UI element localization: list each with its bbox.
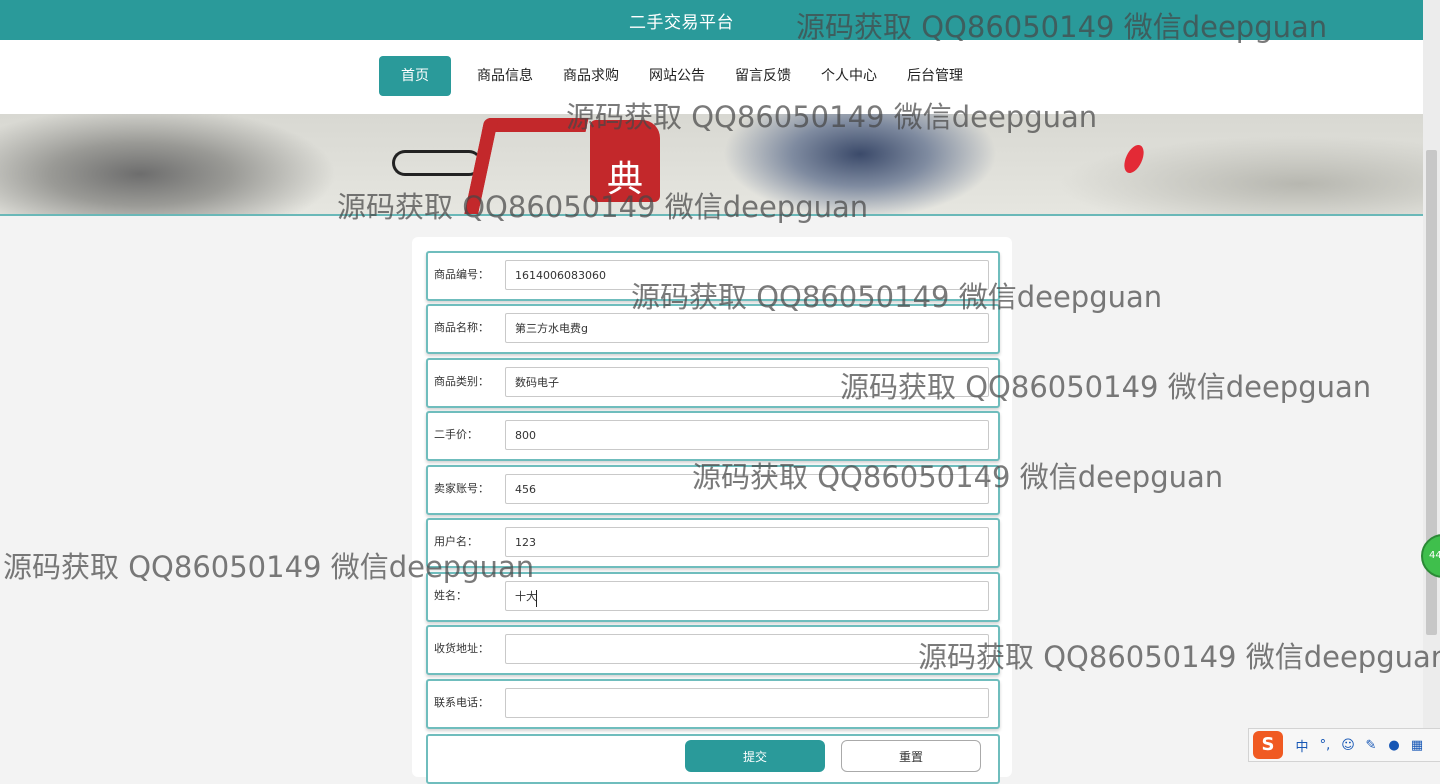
name-label: 姓名： bbox=[434, 589, 467, 602]
price-input[interactable] bbox=[505, 420, 989, 450]
emoji-icon[interactable]: ☺ bbox=[1339, 738, 1357, 753]
nav-feedback[interactable]: 留言反馈 bbox=[723, 56, 803, 96]
form-row-seller-account: 卖家账号： bbox=[426, 465, 1000, 515]
nav-products[interactable]: 商品信息 bbox=[465, 56, 545, 96]
product-id-label: 商品编号： bbox=[434, 268, 489, 281]
product-name-input[interactable] bbox=[505, 313, 989, 343]
phone-input[interactable] bbox=[505, 688, 989, 718]
username-input[interactable] bbox=[505, 527, 989, 557]
site-title: 二手交易平台 bbox=[629, 13, 734, 33]
ime-punctuation-toggle[interactable]: °, bbox=[1316, 738, 1334, 753]
top-header-bar: 二手交易平台 bbox=[0, 0, 1423, 40]
form-row-product-name: 商品名称： bbox=[426, 304, 1000, 354]
form-row-category: 商品类别： bbox=[426, 358, 1000, 408]
form-buttons-row: 提交 重置 bbox=[426, 734, 1000, 784]
seller-account-label: 卖家账号： bbox=[434, 482, 489, 495]
address-label: 收货地址： bbox=[434, 642, 489, 655]
grid-menu-icon[interactable]: ▦ bbox=[1408, 738, 1426, 753]
nav-admin[interactable]: 后台管理 bbox=[895, 56, 975, 96]
address-input[interactable] bbox=[505, 634, 989, 664]
main-nav: 首页 商品信息 商品求购 网站公告 留言反馈 个人中心 后台管理 bbox=[379, 56, 981, 96]
product-id-input[interactable] bbox=[505, 260, 989, 290]
product-name-label: 商品名称： bbox=[434, 321, 489, 334]
text-cursor bbox=[536, 590, 537, 607]
nav-announcements[interactable]: 网站公告 bbox=[637, 56, 717, 96]
microphone-icon[interactable]: ● bbox=[1385, 738, 1403, 753]
navigation-bar: 首页 商品信息 商品求购 网站公告 留言反馈 个人中心 后台管理 bbox=[0, 40, 1423, 114]
calligraphy-stroke-decoration bbox=[463, 118, 589, 214]
form-row-phone: 联系电话： bbox=[426, 679, 1000, 729]
red-seal-decoration: 典 bbox=[590, 120, 660, 202]
page-scrollbar[interactable] bbox=[1423, 0, 1440, 760]
ime-toolbar: S 中 °, ☺ ✎ ● ▦ bbox=[1248, 728, 1440, 762]
seller-account-input[interactable] bbox=[505, 474, 989, 504]
category-input[interactable] bbox=[505, 367, 989, 397]
submit-button[interactable]: 提交 bbox=[685, 740, 825, 772]
category-label: 商品类别： bbox=[434, 375, 489, 388]
nav-wanted[interactable]: 商品求购 bbox=[551, 56, 631, 96]
name-input[interactable] bbox=[505, 581, 989, 611]
username-label: 用户名： bbox=[434, 535, 478, 548]
red-petal-decoration bbox=[1120, 142, 1148, 176]
form-row-username: 用户名： bbox=[426, 518, 1000, 568]
phone-label: 联系电话： bbox=[434, 696, 489, 709]
sogou-logo-icon[interactable]: S bbox=[1253, 731, 1283, 759]
product-form-card: 商品编号： 商品名称： 商品类别： 二手价： 卖家账号： 用户名： 姓名： 收货… bbox=[412, 237, 1012, 784]
form-row-product-id: 商品编号： bbox=[426, 251, 1000, 301]
form-row-price: 二手价： bbox=[426, 411, 1000, 461]
hero-banner-image: 典 bbox=[0, 114, 1423, 216]
form-row-address: 收货地址： bbox=[426, 625, 1000, 675]
form-row-name: 姓名： bbox=[426, 572, 1000, 622]
reset-button[interactable]: 重置 bbox=[841, 740, 981, 772]
cloud-swirl-decoration bbox=[392, 150, 482, 176]
nav-home[interactable]: 首页 bbox=[379, 56, 451, 96]
pen-icon[interactable]: ✎ bbox=[1362, 738, 1380, 753]
ime-mode-toggle[interactable]: 中 bbox=[1293, 736, 1311, 755]
nav-profile[interactable]: 个人中心 bbox=[809, 56, 889, 96]
price-label: 二手价： bbox=[434, 428, 478, 441]
